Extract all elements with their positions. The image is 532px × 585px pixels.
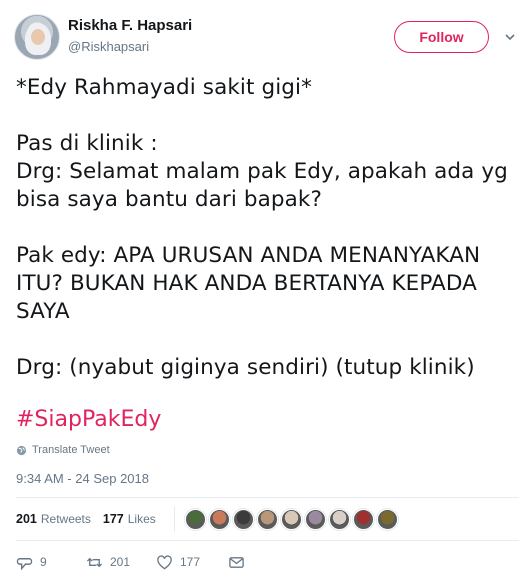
liker-avatar[interactable] <box>256 508 278 530</box>
user-handle[interactable]: @Riskhapsari <box>68 39 149 54</box>
likes-count: 177 <box>102 512 124 526</box>
liker-avatar[interactable] <box>304 508 326 530</box>
reply-action[interactable]: 9 <box>16 554 86 571</box>
tweet-line: Pak edy: APA URUSAN ANDA MENANYAKAN <box>16 243 481 268</box>
stats-separator <box>173 506 175 532</box>
likes-label: Likes <box>127 512 156 526</box>
heart-icon <box>157 554 172 569</box>
reply-count: 9 <box>40 555 47 569</box>
hashtag-link[interactable]: #SiapPakEdy <box>16 407 161 432</box>
liker-avatar[interactable] <box>184 508 206 530</box>
tweet-line: Drg: Selamat malam pak Edy, apakah ada y… <box>16 159 508 184</box>
tweet-line: bisa saya bantu dari bapak? <box>16 187 322 212</box>
translate-label[interactable]: Translate Tweet <box>32 444 110 456</box>
likes-stat[interactable]: 177 Likes <box>103 512 156 526</box>
retweet-icon <box>86 557 103 567</box>
retweet-action[interactable]: 201 <box>86 554 156 571</box>
tweet-line: *Edy Rahmayadi sakit gigi* <box>16 75 312 100</box>
follow-button[interactable]: Follow <box>394 21 489 53</box>
direct-message-action[interactable] <box>228 554 245 571</box>
tweet-stats: 201 Retweets 177 Likes <box>16 498 519 540</box>
retweets-stat[interactable]: 201 Retweets <box>16 512 91 526</box>
retweet-count: 201 <box>110 555 131 569</box>
chevron-down-icon[interactable] <box>503 30 517 44</box>
envelope-icon <box>229 556 244 568</box>
tweet-line: Pas di klinik : <box>16 131 158 156</box>
avatar[interactable] <box>14 14 60 60</box>
avatar-face <box>31 29 45 45</box>
tweet-line: ITU? BUKAN HAK ANDA BERTANYA KEPADA <box>16 271 477 296</box>
like-count: 177 <box>180 555 201 569</box>
divider <box>16 540 519 541</box>
tweet-actions: 9 201 177 <box>16 547 245 577</box>
globe-icon <box>16 445 27 455</box>
liker-avatar[interactable] <box>208 508 230 530</box>
tweet-header: Riskha F. Hapsari @Riskhapsari Follow <box>0 0 532 70</box>
tweet-line: SAYA <box>16 299 70 324</box>
liker-avatars <box>184 508 398 530</box>
retweets-count: 201 <box>16 512 37 526</box>
timestamp[interactable]: 9:34 AM - 24 Sep 2018 <box>16 471 149 486</box>
translate-tweet-link[interactable]: Translate Tweet <box>16 444 110 456</box>
liker-avatar[interactable] <box>376 508 398 530</box>
liker-avatar[interactable] <box>328 508 350 530</box>
retweets-label: Retweets <box>40 512 91 526</box>
user-name[interactable]: Riskha F. Hapsari <box>68 17 192 34</box>
reply-icon <box>16 557 33 570</box>
liker-avatar[interactable] <box>352 508 374 530</box>
liker-avatar[interactable] <box>280 508 302 530</box>
like-action[interactable]: 177 <box>156 554 228 571</box>
tweet-line: Drg: (nyabut giginya sendiri) (tutup kli… <box>16 355 475 380</box>
liker-avatar[interactable] <box>232 508 254 530</box>
